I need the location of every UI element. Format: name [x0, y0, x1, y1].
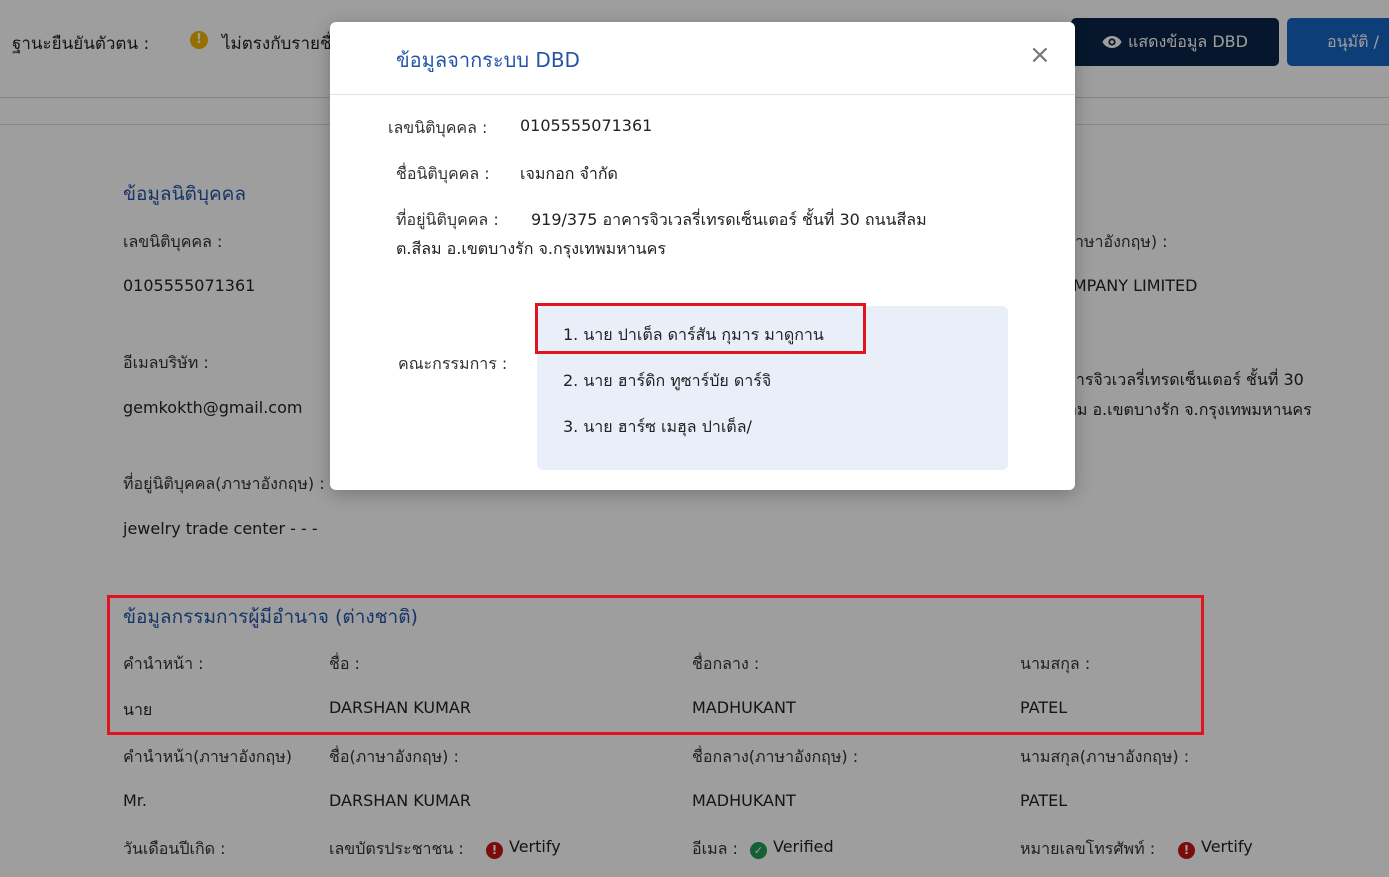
modal-address-label: ที่อยู่นิติบุคคล : [396, 210, 499, 229]
directors-highlight-box [107, 595, 1204, 735]
modal-address-line-1: 919/375 อาคารจิวเวลรี่เทรดเซ็นเตอร์ ชั้น… [531, 210, 927, 229]
modal-header: ข้อมูลจากระบบ DBD × [330, 22, 1075, 95]
modal-reg-no-value: 0105555071361 [520, 116, 653, 135]
board-member-3: 3. นาย ฮาร์ซ เมฮุล ปาเต็ล/ [563, 417, 752, 436]
modal-board-label: คณะกรรมการ : [398, 354, 508, 373]
modal-reg-no-label: เลขนิติบุคคล : [388, 118, 488, 137]
modal-address-line-2: ต.สีลม อ.เขตบางรัก จ.กรุงเทพมหานคร [396, 239, 666, 258]
close-icon[interactable]: × [1029, 40, 1051, 70]
modal-name-label: ชื่อนิติบุคคล : [396, 164, 490, 183]
dbd-modal: ข้อมูลจากระบบ DBD × เลขนิติบุคคล : 01055… [330, 22, 1075, 490]
board-member-2: 2. นาย ฮาร์ดิก ทูซาร์บัย ดาร์จิ [563, 371, 772, 390]
board-member-highlight-box [535, 303, 866, 354]
modal-name-value: เจมกอก จำกัด [520, 164, 618, 183]
modal-title: ข้อมูลจากระบบ DBD [396, 48, 580, 72]
